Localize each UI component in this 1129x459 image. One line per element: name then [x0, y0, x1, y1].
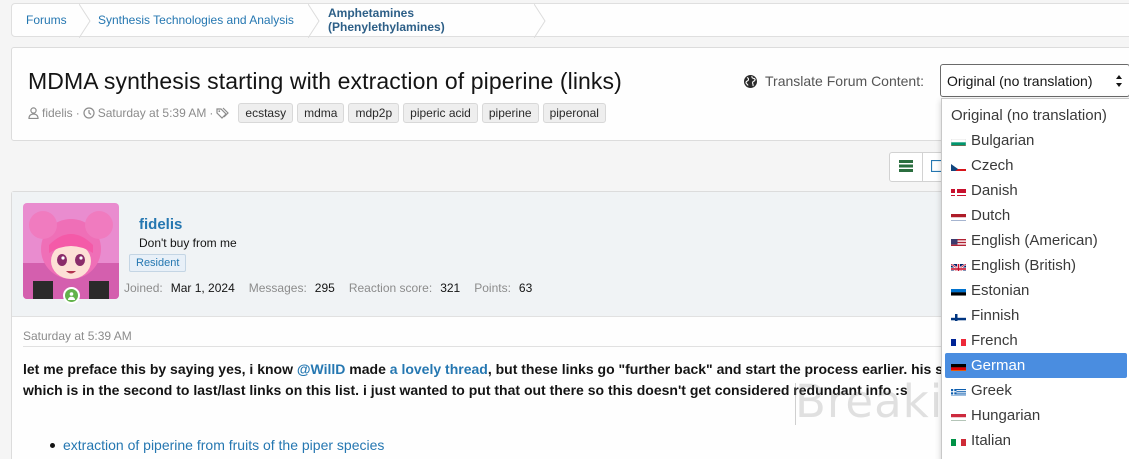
stat-joined-value: Mar 1, 2024 — [170, 281, 235, 295]
stat-reaction-value: 321 — [440, 281, 461, 295]
option-label: Hungarian — [971, 407, 1041, 424]
user-stats: Joined: Mar 1, 2024 Messages: 295 Reacti… — [124, 281, 546, 295]
thread-date-link[interactable]: Saturday at 5:39 AM — [98, 106, 207, 120]
breadcrumb-amphetamines[interactable]: Amphetamines (Phenylethylamines) — [314, 4, 546, 38]
translate-label: Translate Forum Content: — [743, 73, 924, 89]
greece-flag-icon — [951, 386, 966, 396]
tag-list: ecstasy mdma mdp2p piperic acid piperine… — [238, 103, 610, 123]
uk-flag-icon — [951, 261, 966, 271]
thread-link[interactable]: a lovely thread — [390, 361, 488, 377]
option-label: French — [971, 332, 1018, 349]
online-status-icon — [63, 287, 80, 304]
france-flag-icon — [951, 336, 966, 346]
option-finnish[interactable]: Finnish — [945, 303, 1127, 328]
page: Forums Synthesis Technologies and Analys… — [0, 0, 1129, 459]
globe-icon — [743, 74, 758, 89]
option-label: German — [971, 357, 1026, 374]
select-arrows-icon — [1115, 74, 1123, 91]
option-label: Finnish — [971, 307, 1020, 324]
clock-icon — [83, 107, 95, 119]
meta-separator: · — [209, 106, 214, 120]
option-original[interactable]: Original (no translation) — [945, 103, 1127, 128]
breadcrumb-separator — [534, 4, 546, 38]
italy-flag-icon — [951, 436, 966, 446]
option-bulgarian[interactable]: Bulgarian — [945, 128, 1127, 153]
option-label: Estonian — [971, 282, 1030, 299]
user-title: Don't buy from me — [139, 236, 237, 250]
translate-selected-value: Original (no translation) — [947, 72, 1093, 89]
tags-icon — [216, 107, 232, 119]
tag-ecstasy[interactable]: ecstasy — [238, 103, 294, 123]
stat-messages-value: 295 — [314, 281, 335, 295]
option-label: Italian — [971, 432, 1012, 449]
list-item: extraction of piperine from fruits of th… — [50, 437, 384, 453]
post-text: let me preface this by saying yes, i kno… — [23, 361, 297, 377]
option-label: Bulgarian — [971, 132, 1035, 149]
option-label: Original (no translation) — [951, 107, 1107, 124]
option-german[interactable]: German — [945, 353, 1127, 378]
user-mention-link[interactable]: @WillD — [297, 361, 346, 377]
user-banner-badge: Resident — [129, 254, 187, 272]
option-estonian[interactable]: Estonian — [945, 278, 1127, 303]
page-title: MDMA synthesis starting with extraction … — [28, 68, 622, 94]
option-czech[interactable]: Czech — [945, 153, 1127, 178]
finland-flag-icon — [951, 311, 966, 321]
option-english-american[interactable]: English (American) — [945, 228, 1127, 253]
usa-flag-icon — [951, 236, 966, 246]
translate-dropdown-list: Original (no translation) Bulgarian Czec… — [941, 98, 1129, 459]
list-view-icon — [899, 159, 913, 175]
thread-author-link[interactable]: fidelis — [42, 106, 73, 120]
thread-meta: fidelis · Saturday at 5:39 AM · ecstasy … — [28, 103, 610, 123]
list-view-button[interactable] — [889, 152, 923, 182]
translate-label-text: Translate Forum Content: — [765, 73, 924, 89]
breadcrumb-forums[interactable]: Forums — [12, 4, 91, 38]
option-dutch[interactable]: Dutch — [945, 203, 1127, 228]
stat-reaction-label: Reaction score: — [348, 281, 433, 295]
estonia-flag-icon — [951, 286, 966, 296]
option-french[interactable]: French — [945, 328, 1127, 353]
stat-points-label: Points: — [474, 281, 511, 295]
denmark-flag-icon — [951, 186, 966, 196]
option-hungarian[interactable]: Hungarian — [945, 403, 1127, 428]
breadcrumb: Forums Synthesis Technologies and Analys… — [11, 3, 1129, 38]
breadcrumb-label: Synthesis Technologies and Analysis — [98, 13, 294, 27]
option-label: Dutch — [971, 207, 1011, 224]
option-danish[interactable]: Danish — [945, 178, 1127, 203]
breadcrumb-synthesis[interactable]: Synthesis Technologies and Analysis — [85, 4, 320, 38]
tag-mdp2p[interactable]: mdp2p — [348, 103, 400, 123]
germany-flag-icon — [951, 361, 966, 371]
hungary-flag-icon — [951, 411, 966, 421]
option-label: Danish — [971, 182, 1018, 199]
tag-piperic-acid[interactable]: piperic acid — [403, 103, 478, 123]
post-text: made — [345, 361, 390, 377]
bullet — [50, 442, 55, 448]
post-text: which is in the second to last/last link… — [23, 382, 908, 398]
option-greek[interactable]: Greek — [945, 378, 1127, 403]
piperine-extraction-link[interactable]: extraction of piperine from fruits of th… — [63, 437, 384, 453]
option-italian[interactable]: Italian — [945, 428, 1127, 453]
option-label: English (American) — [971, 232, 1098, 249]
stat-points-value: 63 — [518, 281, 533, 295]
meta-separator: · — [75, 106, 80, 120]
post-date[interactable]: Saturday at 5:39 AM — [23, 329, 132, 343]
czech-flag-icon — [951, 161, 966, 171]
avatar[interactable] — [23, 203, 119, 299]
bulgaria-flag-icon — [951, 136, 966, 146]
stat-messages-label: Messages: — [248, 281, 307, 295]
option-label: Czech — [971, 157, 1014, 174]
user-icon — [28, 107, 39, 119]
stat-joined-label: Joined: — [124, 281, 163, 295]
option-english-british[interactable]: English (British) — [945, 253, 1127, 278]
option-label: English (British) — [971, 257, 1077, 274]
breadcrumb-label: Amphetamines (Phenylethylamines) — [328, 6, 445, 34]
translate-select[interactable]: Original (no translation) — [940, 64, 1129, 97]
netherlands-flag-icon — [951, 211, 966, 221]
post-username[interactable]: fidelis — [139, 216, 182, 233]
breadcrumb-label: Forums — [26, 13, 67, 27]
select-toggle-button[interactable] — [922, 152, 944, 182]
tag-piperonal[interactable]: piperonal — [542, 103, 606, 123]
tag-piperine[interactable]: piperine — [481, 103, 539, 123]
tag-mdma[interactable]: mdma — [297, 103, 345, 123]
option-label: Greek — [971, 382, 1012, 399]
